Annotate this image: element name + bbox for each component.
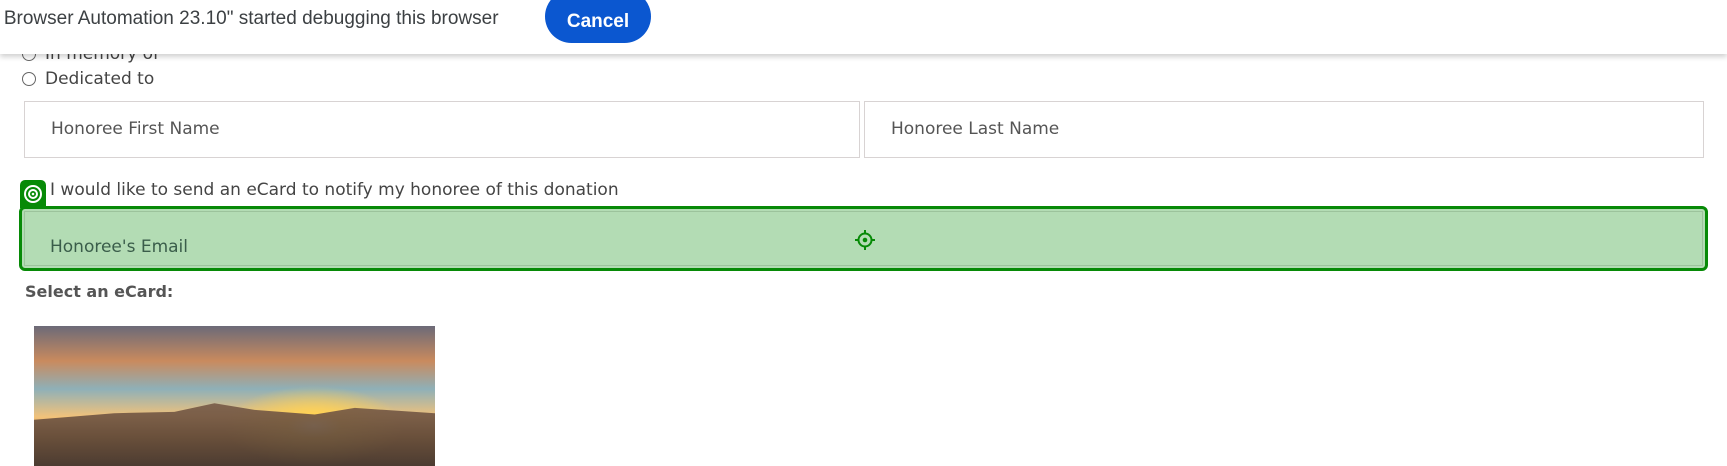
infobar-message: n Browser Automation 23.10" started debu… [0, 8, 499, 29]
debugging-infobar: n Browser Automation 23.10" started debu… [0, 0, 1727, 54]
radio-button[interactable] [22, 72, 36, 86]
target-badge-icon [20, 180, 46, 208]
honoree-first-name-input[interactable]: Honoree First Name [24, 101, 860, 158]
radio-dedicated[interactable]: Dedicated to [22, 69, 154, 89]
email-placeholder: Honoree's Email [50, 237, 188, 257]
ecard-checkbox-label[interactable]: I would like to send an eCard to notify … [50, 180, 619, 200]
select-ecard-heading: Select an eCard: [25, 282, 174, 301]
cancel-button[interactable]: Cancel [545, 0, 651, 43]
radio-label: Dedicated to [45, 69, 155, 89]
crosshair-icon [855, 230, 875, 250]
honoree-last-name-input[interactable]: Honoree Last Name [864, 101, 1704, 158]
